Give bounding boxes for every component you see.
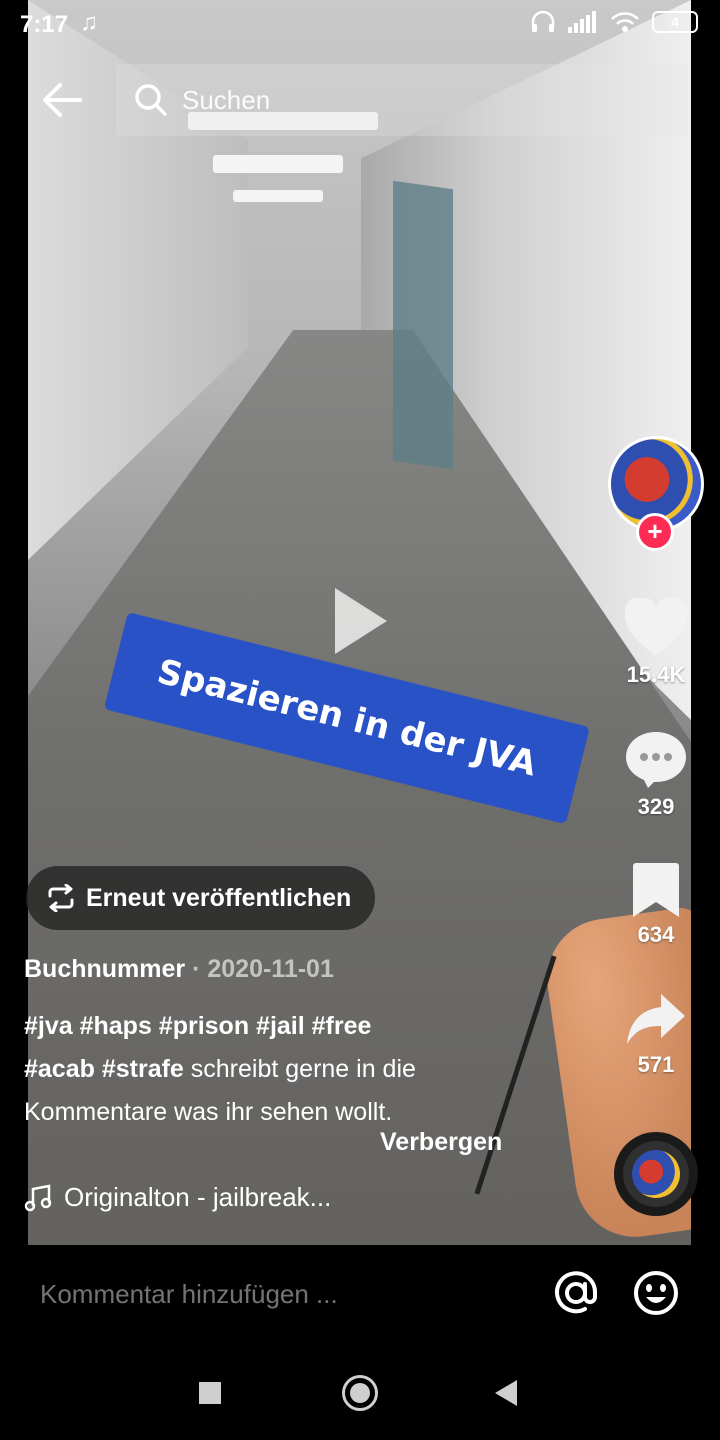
like-count: 15.4K xyxy=(626,662,686,687)
hashtags[interactable]: #acab #strafe xyxy=(24,1055,184,1083)
comment-button[interactable]: 329 xyxy=(608,730,704,820)
author-name[interactable]: Buchnummer xyxy=(24,955,185,983)
like-button[interactable]: 15.4K xyxy=(608,598,704,688)
heart-icon xyxy=(624,598,688,656)
author-line: Buchnummer · 2020-11-01 xyxy=(24,955,334,984)
repost-label: Erneut veröffentlichen xyxy=(86,883,352,912)
sound-link[interactable]: Originalton - jailbreak... xyxy=(24,1182,331,1213)
caption-line-2: #acab #strafe schreibt gerne in die xyxy=(24,1048,524,1091)
caption-line-1: #jva #haps #prison #jail #free xyxy=(24,1005,524,1048)
status-time: 7:17 xyxy=(20,11,69,38)
status-icons: 4 xyxy=(530,10,698,34)
headphones-icon xyxy=(531,10,555,32)
wifi-icon xyxy=(611,12,639,32)
status-bar: 7:17 ♫ 4 xyxy=(0,0,720,50)
at-icon xyxy=(555,1271,598,1314)
favorite-count: 634 xyxy=(637,922,675,947)
video-frame-light xyxy=(233,190,323,202)
comment-bubble-icon xyxy=(626,732,686,788)
repost-button[interactable]: Erneut veröffentlichen xyxy=(26,866,376,930)
video-frame-light xyxy=(213,155,343,173)
search-bar[interactable] xyxy=(116,64,688,136)
signal-icon xyxy=(568,11,596,33)
comment-input[interactable] xyxy=(40,1279,520,1310)
arrow-left-icon xyxy=(43,83,82,117)
system-back-button[interactable] xyxy=(495,1380,517,1406)
music-note-icon xyxy=(24,1183,52,1211)
emoji-button[interactable] xyxy=(632,1269,680,1317)
play-icon[interactable] xyxy=(335,588,387,654)
search-input[interactable] xyxy=(182,84,662,116)
mention-button[interactable] xyxy=(552,1269,600,1317)
share-arrow-icon xyxy=(627,994,685,1044)
system-nav-bar xyxy=(0,1345,720,1440)
share-count: 571 xyxy=(637,1052,675,1077)
back-button[interactable] xyxy=(40,78,84,122)
sound-disc-cover xyxy=(632,1150,680,1198)
sound-disc[interactable] xyxy=(614,1132,698,1216)
hashtags[interactable]: #jva #haps #prison #jail #free xyxy=(24,1012,371,1040)
repost-icon xyxy=(48,884,74,912)
follow-button[interactable]: + xyxy=(636,513,674,551)
search-icon xyxy=(135,84,167,116)
video-frame-door xyxy=(393,180,453,470)
share-button[interactable]: 571 xyxy=(608,992,704,1078)
favorite-button[interactable]: 634 xyxy=(608,862,704,948)
bookmark-icon xyxy=(633,863,679,917)
caption-text: schreibt gerne in die xyxy=(183,1055,416,1083)
recent-apps-button[interactable] xyxy=(199,1382,221,1404)
post-date: 2020-11-01 xyxy=(207,955,334,983)
music-note-icon: ♫ xyxy=(80,9,98,36)
post-caption: #jva #haps #prison #jail #free #acab #st… xyxy=(24,1005,524,1134)
battery-indicator: 4 xyxy=(652,11,698,33)
hide-caption-link[interactable]: Verbergen xyxy=(380,1128,502,1157)
home-button[interactable] xyxy=(342,1375,378,1411)
emoji-icon xyxy=(634,1271,678,1315)
author-date-separator: · xyxy=(185,955,208,983)
sound-label: Originalton - jailbreak... xyxy=(64,1182,332,1212)
comment-count: 329 xyxy=(637,794,675,819)
comment-bar xyxy=(0,1245,720,1345)
